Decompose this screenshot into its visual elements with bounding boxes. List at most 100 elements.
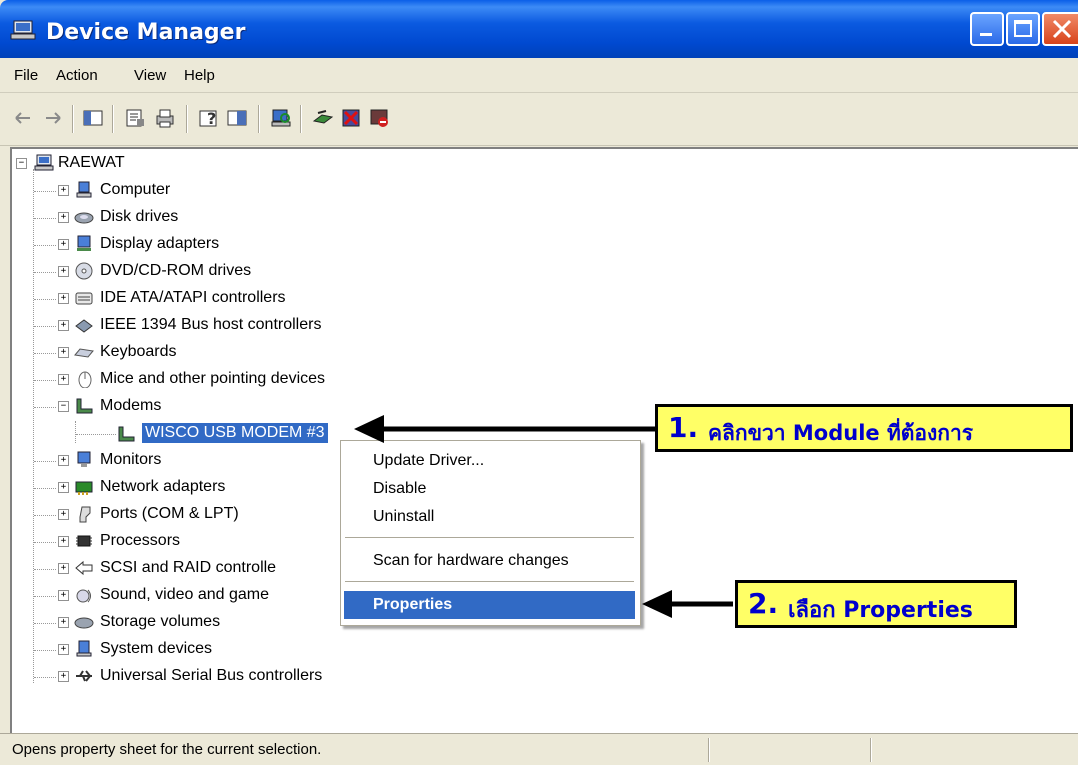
uninstall-icon[interactable]: [368, 107, 390, 129]
tree-guide: [34, 488, 56, 489]
tree-category-scsi-and-raid-controlle[interactable]: + SCSI and RAID controlle: [12, 558, 392, 580]
expand-toggle[interactable]: +: [58, 320, 69, 331]
tree-root[interactable]: − RAEWAT: [12, 153, 212, 175]
tree-category-monitors[interactable]: + Monitors: [12, 450, 392, 472]
expand-toggle[interactable]: +: [58, 617, 69, 628]
tree-guide: [34, 245, 56, 246]
callout-step-1-number: 1.: [668, 411, 699, 444]
tree-category-display-adapters[interactable]: + Display adapters: [12, 234, 392, 256]
modem-device-label: WISCO USB MODEM #3: [142, 423, 328, 443]
tree-category-processors[interactable]: + Processors: [12, 531, 392, 553]
properties-icon[interactable]: [124, 107, 146, 129]
tree-category-label: Ports (COM & LPT): [100, 505, 239, 522]
close-button[interactable]: [1042, 12, 1078, 46]
maximize-icon: [1014, 20, 1032, 37]
tree-category-disk-drives[interactable]: + Disk drives: [12, 207, 392, 229]
ieee1394-icon: [75, 319, 93, 333]
tree-category-ports-com-lpt[interactable]: + Ports (COM & LPT): [12, 504, 392, 526]
expand-toggle[interactable]: +: [58, 212, 69, 223]
callout-step-2-text: เลือก Properties: [788, 598, 973, 623]
tree-category-label: Network adapters: [100, 478, 226, 495]
computer-icon: [76, 181, 92, 198]
status-divider: [708, 738, 710, 762]
disable-device-icon[interactable]: [340, 107, 362, 129]
tree-category-modems[interactable]: − Modems: [12, 396, 392, 418]
tree-category-network-adapters[interactable]: + Network adapters: [12, 477, 392, 499]
expand-toggle[interactable]: +: [58, 590, 69, 601]
expand-toggle[interactable]: +: [58, 239, 69, 250]
tree-guide: [34, 677, 56, 678]
tree-category-dvd-cd-rom-drives[interactable]: + DVD/CD-ROM drives: [12, 261, 392, 283]
update-driver-icon[interactable]: [312, 107, 334, 129]
tree-guide: [34, 191, 56, 192]
menu-action[interactable]: Action: [56, 67, 98, 84]
minimize-icon: [980, 33, 992, 36]
tree-guide: [34, 569, 56, 570]
menu-file[interactable]: File: [14, 67, 38, 84]
expand-toggle[interactable]: +: [58, 482, 69, 493]
tree-category-label: IDE ATA/ATAPI controllers: [100, 289, 286, 306]
menu-bar: File Action View Help: [0, 58, 1078, 93]
computer-icon: [10, 20, 36, 40]
tree-guide: [34, 650, 56, 651]
expand-toggle[interactable]: +: [58, 536, 69, 547]
tree-category-label: Computer: [100, 181, 171, 198]
collapse-toggle[interactable]: −: [58, 401, 69, 412]
annotation-arrows: [354, 415, 655, 443]
action-pane-icon[interactable]: [226, 107, 248, 129]
tree-category-keyboards[interactable]: + Keyboards: [12, 342, 392, 364]
tree-category-storage-volumes[interactable]: + Storage volumes: [12, 612, 392, 634]
print-icon[interactable]: [154, 107, 176, 129]
expand-toggle[interactable]: +: [58, 644, 69, 655]
expand-toggle[interactable]: +: [58, 185, 69, 196]
tree-guide: [76, 434, 116, 435]
back-arrow-icon[interactable]: [12, 107, 34, 129]
network-adapter-icon: [75, 481, 93, 495]
modem-icon: [76, 398, 93, 414]
show-hide-tree-icon[interactable]: [82, 107, 104, 129]
collapse-toggle[interactable]: −: [16, 158, 27, 169]
callout-step-2-number: 2.: [748, 587, 779, 620]
tree-category-label: Sound, video and game: [100, 586, 270, 603]
tree-guide: [34, 407, 56, 408]
tree-guide: [34, 542, 56, 543]
maximize-button[interactable]: [1006, 12, 1040, 46]
sound-icon: [76, 589, 91, 603]
tree-category-computer[interactable]: + Computer: [12, 180, 392, 202]
expand-toggle[interactable]: +: [58, 266, 69, 277]
expand-toggle[interactable]: +: [58, 293, 69, 304]
scan-hardware-icon[interactable]: [270, 107, 292, 129]
forward-arrow-icon[interactable]: [42, 107, 64, 129]
monitor-icon: [77, 451, 91, 467]
tree-category-sound-video-and-game[interactable]: + Sound, video and game: [12, 585, 392, 607]
menu-view[interactable]: View: [134, 67, 166, 84]
expand-toggle[interactable]: +: [58, 455, 69, 466]
disk-drive-icon: [74, 212, 94, 224]
tree-category-universal-serial-bus-controllers[interactable]: + Universal Serial Bus controllers: [12, 666, 392, 688]
toolbar-separator: [186, 105, 188, 133]
expand-toggle[interactable]: +: [58, 563, 69, 574]
tree-category-mice-and-other-pointing-devices[interactable]: + Mice and other pointing devices: [12, 369, 392, 391]
modem-icon: [118, 426, 135, 442]
help-icon[interactable]: ?: [198, 107, 220, 129]
tree-guide: [34, 596, 56, 597]
minimize-button[interactable]: [970, 12, 1004, 46]
menu-help[interactable]: Help: [184, 67, 215, 84]
storage-volume-icon: [74, 617, 94, 629]
expand-toggle[interactable]: +: [58, 671, 69, 682]
tree-category-ide-ata-atapi-controllers[interactable]: + IDE ATA/ATAPI controllers: [12, 288, 392, 310]
modem-device-row[interactable]: WISCO USB MODEM #3: [12, 423, 372, 445]
expand-toggle[interactable]: +: [58, 347, 69, 358]
tree-category-label: Mice and other pointing devices: [100, 370, 326, 387]
tree-category-label: System devices: [100, 640, 213, 657]
expand-toggle[interactable]: +: [58, 509, 69, 520]
processor-icon: [76, 535, 92, 547]
callout-step-2: 2. เลือก Properties: [735, 580, 1017, 628]
expand-toggle[interactable]: +: [58, 374, 69, 385]
toolbar-separator: [258, 105, 260, 133]
tree-category-ieee-1394-bus-host-controllers[interactable]: + IEEE 1394 Bus host controllers: [12, 315, 392, 337]
tree-category-label: DVD/CD-ROM drives: [100, 262, 252, 279]
tree-category-system-devices[interactable]: + System devices: [12, 639, 392, 661]
callout-step-1-text: คลิกขวา Module ที่ต้องการ: [708, 421, 974, 445]
title-bar[interactable]: Device Manager: [0, 0, 1078, 58]
